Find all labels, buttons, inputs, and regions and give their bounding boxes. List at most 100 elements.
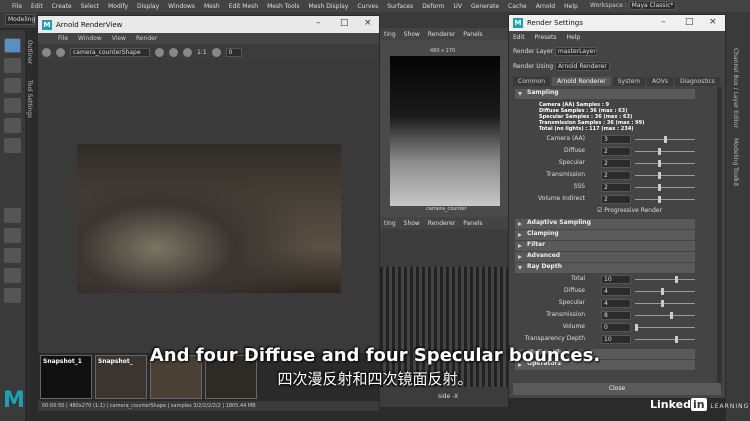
- param-slider[interactable]: [635, 336, 695, 343]
- section-clamping[interactable]: Clamping: [515, 230, 695, 240]
- menu-item-windows[interactable]: Windows: [168, 3, 195, 10]
- ipr-icon[interactable]: [56, 47, 65, 57]
- menu-item-file[interactable]: File: [12, 3, 22, 10]
- scrollbar[interactable]: [717, 87, 722, 387]
- renderview-menu-render[interactable]: Render: [136, 35, 157, 42]
- param-slider[interactable]: [635, 148, 695, 155]
- tab-common[interactable]: Common: [513, 77, 551, 86]
- slider-knob[interactable]: [674, 276, 678, 283]
- rs-menu-edit[interactable]: Edit: [513, 34, 525, 41]
- camera-select[interactable]: camera_counterShape: [70, 47, 150, 57]
- render-canvas[interactable]: [38, 60, 379, 353]
- sampling-section[interactable]: Sampling: [515, 89, 695, 99]
- renderview-menu-window[interactable]: Window: [78, 35, 102, 42]
- param-slider[interactable]: [635, 184, 695, 191]
- menu-item-display[interactable]: Display: [137, 3, 159, 10]
- section-advanced[interactable]: Advanced: [515, 252, 695, 262]
- slider-knob[interactable]: [663, 136, 667, 143]
- param-value[interactable]: 3: [601, 135, 631, 144]
- param-value[interactable]: 2: [601, 195, 631, 204]
- channels-icon[interactable]: [183, 47, 192, 57]
- progressive-render-checkbox[interactable]: ☑ Progressive Render: [597, 207, 662, 214]
- region-icon[interactable]: [155, 47, 164, 57]
- param-value[interactable]: 2: [601, 147, 631, 156]
- slider-knob[interactable]: [657, 148, 661, 155]
- ray-depth-section[interactable]: Ray Depth: [515, 263, 695, 273]
- viewport-menu-ting[interactable]: ting: [384, 220, 396, 227]
- viewport-menu-panels[interactable]: Panels: [463, 31, 482, 38]
- outliner-layout-icon[interactable]: [4, 268, 21, 283]
- tab-system[interactable]: System: [612, 77, 646, 86]
- menu-item-cache[interactable]: Cache: [508, 3, 527, 10]
- param-slider[interactable]: [635, 288, 695, 295]
- slider-knob[interactable]: [660, 300, 664, 307]
- slider-knob[interactable]: [657, 196, 661, 203]
- close-icon[interactable]: ×: [709, 17, 717, 27]
- viewport-menu-show[interactable]: Show: [404, 31, 420, 38]
- menu-item-deform[interactable]: Deform: [422, 3, 444, 10]
- param-value[interactable]: 0: [601, 323, 631, 332]
- channel-box-tab[interactable]: Channel Box / Layer Editor: [732, 48, 739, 128]
- single-view-icon[interactable]: [4, 208, 21, 223]
- tab-diagnostics[interactable]: Diagnostics: [674, 77, 720, 86]
- channel-layout-icon[interactable]: [4, 288, 21, 303]
- menu-item-mesh[interactable]: Mesh: [204, 3, 220, 10]
- slider-knob[interactable]: [635, 324, 638, 331]
- minimize-icon[interactable]: –: [316, 18, 321, 28]
- exposure-icon[interactable]: [211, 47, 221, 57]
- renderview-menu-view[interactable]: View: [112, 35, 126, 42]
- paint-select-icon[interactable]: [4, 78, 21, 93]
- close-icon[interactable]: ×: [364, 18, 372, 28]
- param-slider[interactable]: [635, 300, 695, 307]
- menu-item-create[interactable]: Create: [52, 3, 72, 10]
- select-tool-icon[interactable]: [4, 38, 21, 53]
- section-filter[interactable]: Filter: [515, 241, 695, 251]
- rs-menu-help[interactable]: Help: [566, 34, 580, 41]
- rotate-tool-icon[interactable]: [4, 118, 21, 133]
- param-slider[interactable]: [635, 172, 695, 179]
- param-value[interactable]: 4: [601, 287, 631, 296]
- tab-arnold-renderer[interactable]: Arnold Renderer: [552, 77, 611, 86]
- workspace-select[interactable]: Maya Classic*: [628, 1, 677, 10]
- menu-item-mesh-display[interactable]: Mesh Display: [309, 3, 349, 10]
- menu-item-mesh-tools[interactable]: Mesh Tools: [267, 3, 299, 10]
- slider-knob[interactable]: [657, 160, 661, 167]
- section-adaptive-sampling[interactable]: Adaptive Sampling: [515, 219, 695, 229]
- perspective-viewport[interactable]: ting Show Renderer Panels 480 x 270 camera_…: [380, 28, 508, 217]
- four-view-icon[interactable]: [4, 228, 21, 243]
- param-value[interactable]: 10: [601, 275, 631, 284]
- renderer-select[interactable]: Arnold Renderer: [555, 62, 610, 71]
- menu-item-curves[interactable]: Curves: [357, 3, 378, 10]
- ratio-label[interactable]: 1:1: [197, 49, 207, 56]
- modeling-toolkit-tab[interactable]: Modeling Toolkit: [732, 138, 739, 186]
- param-value[interactable]: 4: [601, 299, 631, 308]
- viewport-menu-show[interactable]: Show: [404, 220, 420, 227]
- exposure-value[interactable]: 0: [225, 47, 242, 57]
- renderview-menu-file[interactable]: File: [58, 35, 68, 42]
- maximize-icon[interactable]: □: [340, 18, 349, 28]
- param-slider[interactable]: [635, 160, 695, 167]
- param-slider[interactable]: [635, 324, 695, 331]
- slider-knob[interactable]: [657, 184, 661, 191]
- viewport-menu-renderer[interactable]: Renderer: [428, 31, 455, 38]
- param-slider[interactable]: [635, 312, 695, 319]
- slider-knob[interactable]: [670, 312, 674, 319]
- param-value[interactable]: 10: [601, 335, 631, 344]
- viewport-menu-renderer[interactable]: Renderer: [428, 220, 455, 227]
- layout-icon[interactable]: [4, 248, 21, 263]
- render-layer-select[interactable]: masterLayer: [554, 47, 597, 56]
- menu-item-edit-mesh[interactable]: Edit Mesh: [229, 3, 258, 10]
- menu-item-arnold[interactable]: Arnold: [536, 3, 555, 10]
- param-value[interactable]: 2: [601, 183, 631, 192]
- menu-item-help[interactable]: Help: [564, 3, 578, 10]
- menu-item-edit[interactable]: Edit: [31, 3, 43, 10]
- slider-knob[interactable]: [657, 172, 661, 179]
- tool-settings-tab[interactable]: Tool Settings: [26, 80, 33, 118]
- param-slider[interactable]: [635, 276, 695, 283]
- scale-tool-icon[interactable]: [4, 138, 21, 153]
- minimize-icon[interactable]: –: [661, 17, 666, 27]
- viewport-menu-ting[interactable]: ting: [384, 31, 396, 38]
- menu-item-uv[interactable]: UV: [454, 3, 463, 10]
- menu-item-modify[interactable]: Modify: [108, 3, 128, 10]
- mode-selector[interactable]: Modeling: [5, 14, 35, 25]
